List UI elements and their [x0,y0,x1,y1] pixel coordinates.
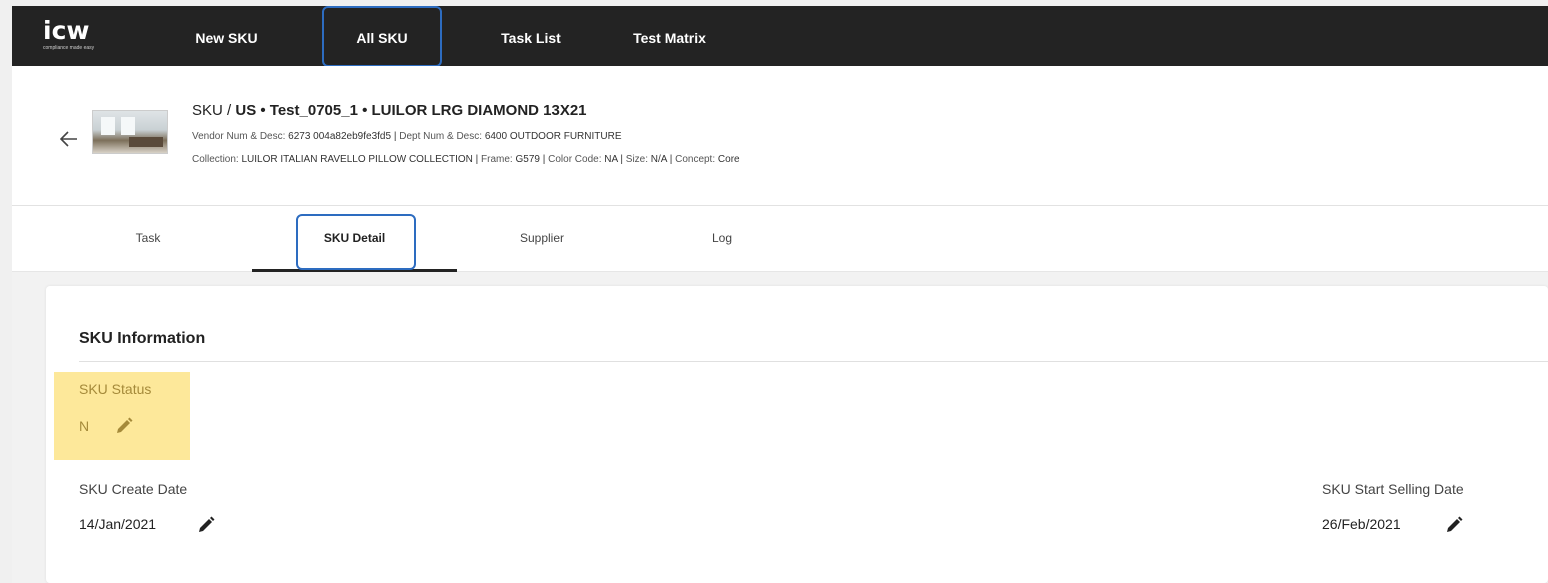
sku-meta-line-2: Collection: LUILOR ITALIAN RAVELLO PILLO… [192,154,740,165]
meta-separator: | [393,131,397,142]
divider [79,361,1548,362]
sku-thumbnail-image [92,110,168,154]
top-nav-bar: icw compliance made easy New SKU All SKU… [12,6,1548,67]
meta-separator: | [475,154,479,165]
icw-logo[interactable]: icw compliance made easy [43,16,95,54]
tab-sku-detail-highlight [296,214,416,270]
color-code-label: Color Code: [548,154,602,165]
logo-tagline: compliance made easy [43,45,95,51]
color-code-value: NA [604,154,618,165]
meta-separator: | [542,154,546,165]
dept-label: Dept Num & Desc: [399,131,483,142]
vendor-value: 6273 004a82eb9fe3fd5 [288,131,392,142]
tab-task[interactable]: Task [48,206,248,270]
edit-sku-status-pencil-icon[interactable] [114,416,134,436]
meta-separator: | [669,154,673,165]
edit-create-date-pencil-icon[interactable] [196,515,216,535]
sku-start-selling-date-label: SKU Start Selling Date [1322,481,1464,497]
sku-information-card: SKU Information SKU Status N SKU Create … [46,286,1548,583]
breadcrumb-prefix[interactable]: SKU / [192,102,231,119]
tab-log[interactable]: Log [662,206,782,270]
nav-new-sku[interactable]: New SKU [174,6,279,66]
detail-tabs: Task SKU Detail Supplier Log [12,206,1548,272]
collection-label: Collection: [192,154,239,165]
edit-start-selling-date-pencil-icon[interactable] [1444,515,1464,535]
tab-supplier[interactable]: Supplier [462,206,622,270]
frame-label: Frame: [481,154,513,165]
page-title: US • Test_0705_1 • LUILOR LRG DIAMOND 13… [235,102,587,119]
card-title: SKU Information [79,330,206,347]
concept-label: Concept: [675,154,716,165]
sku-status-label: SKU Status [79,381,152,397]
meta-separator: | [620,154,623,165]
app-frame: icw compliance made easy New SKU All SKU… [12,6,1548,583]
breadcrumb: SKU / US • Test_0705_1 • LUILOR LRG DIAM… [192,102,587,119]
nav-test-matrix[interactable]: Test Matrix [602,6,737,66]
concept-value: Core [717,154,740,165]
collection-value: LUILOR ITALIAN RAVELLO PILLOW COLLECTION [241,154,473,165]
size-value: N/A [650,154,667,165]
back-arrow-icon[interactable] [59,130,78,153]
sku-start-selling-date-value: 26/Feb/2021 [1322,516,1401,532]
frame-value: G579 [515,154,540,165]
sku-status-value: N [79,418,90,434]
sku-meta-line-1: Vendor Num & Desc: 6273 004a82eb9fe3fd5 … [192,131,622,142]
logo-text: icw [43,16,90,45]
sku-create-date-label: SKU Create Date [79,481,188,497]
vendor-label: Vendor Num & Desc: [192,131,286,142]
size-label: Size: [625,154,649,165]
nav-all-sku[interactable]: All SKU [322,6,442,67]
dept-value: 6400 OUTDOOR FURNITURE [484,131,622,142]
nav-task-list[interactable]: Task List [476,6,586,66]
sku-create-date-value: 14/Jan/2021 [79,516,157,532]
sku-header: SKU / US • Test_0705_1 • LUILOR LRG DIAM… [12,66,1548,206]
